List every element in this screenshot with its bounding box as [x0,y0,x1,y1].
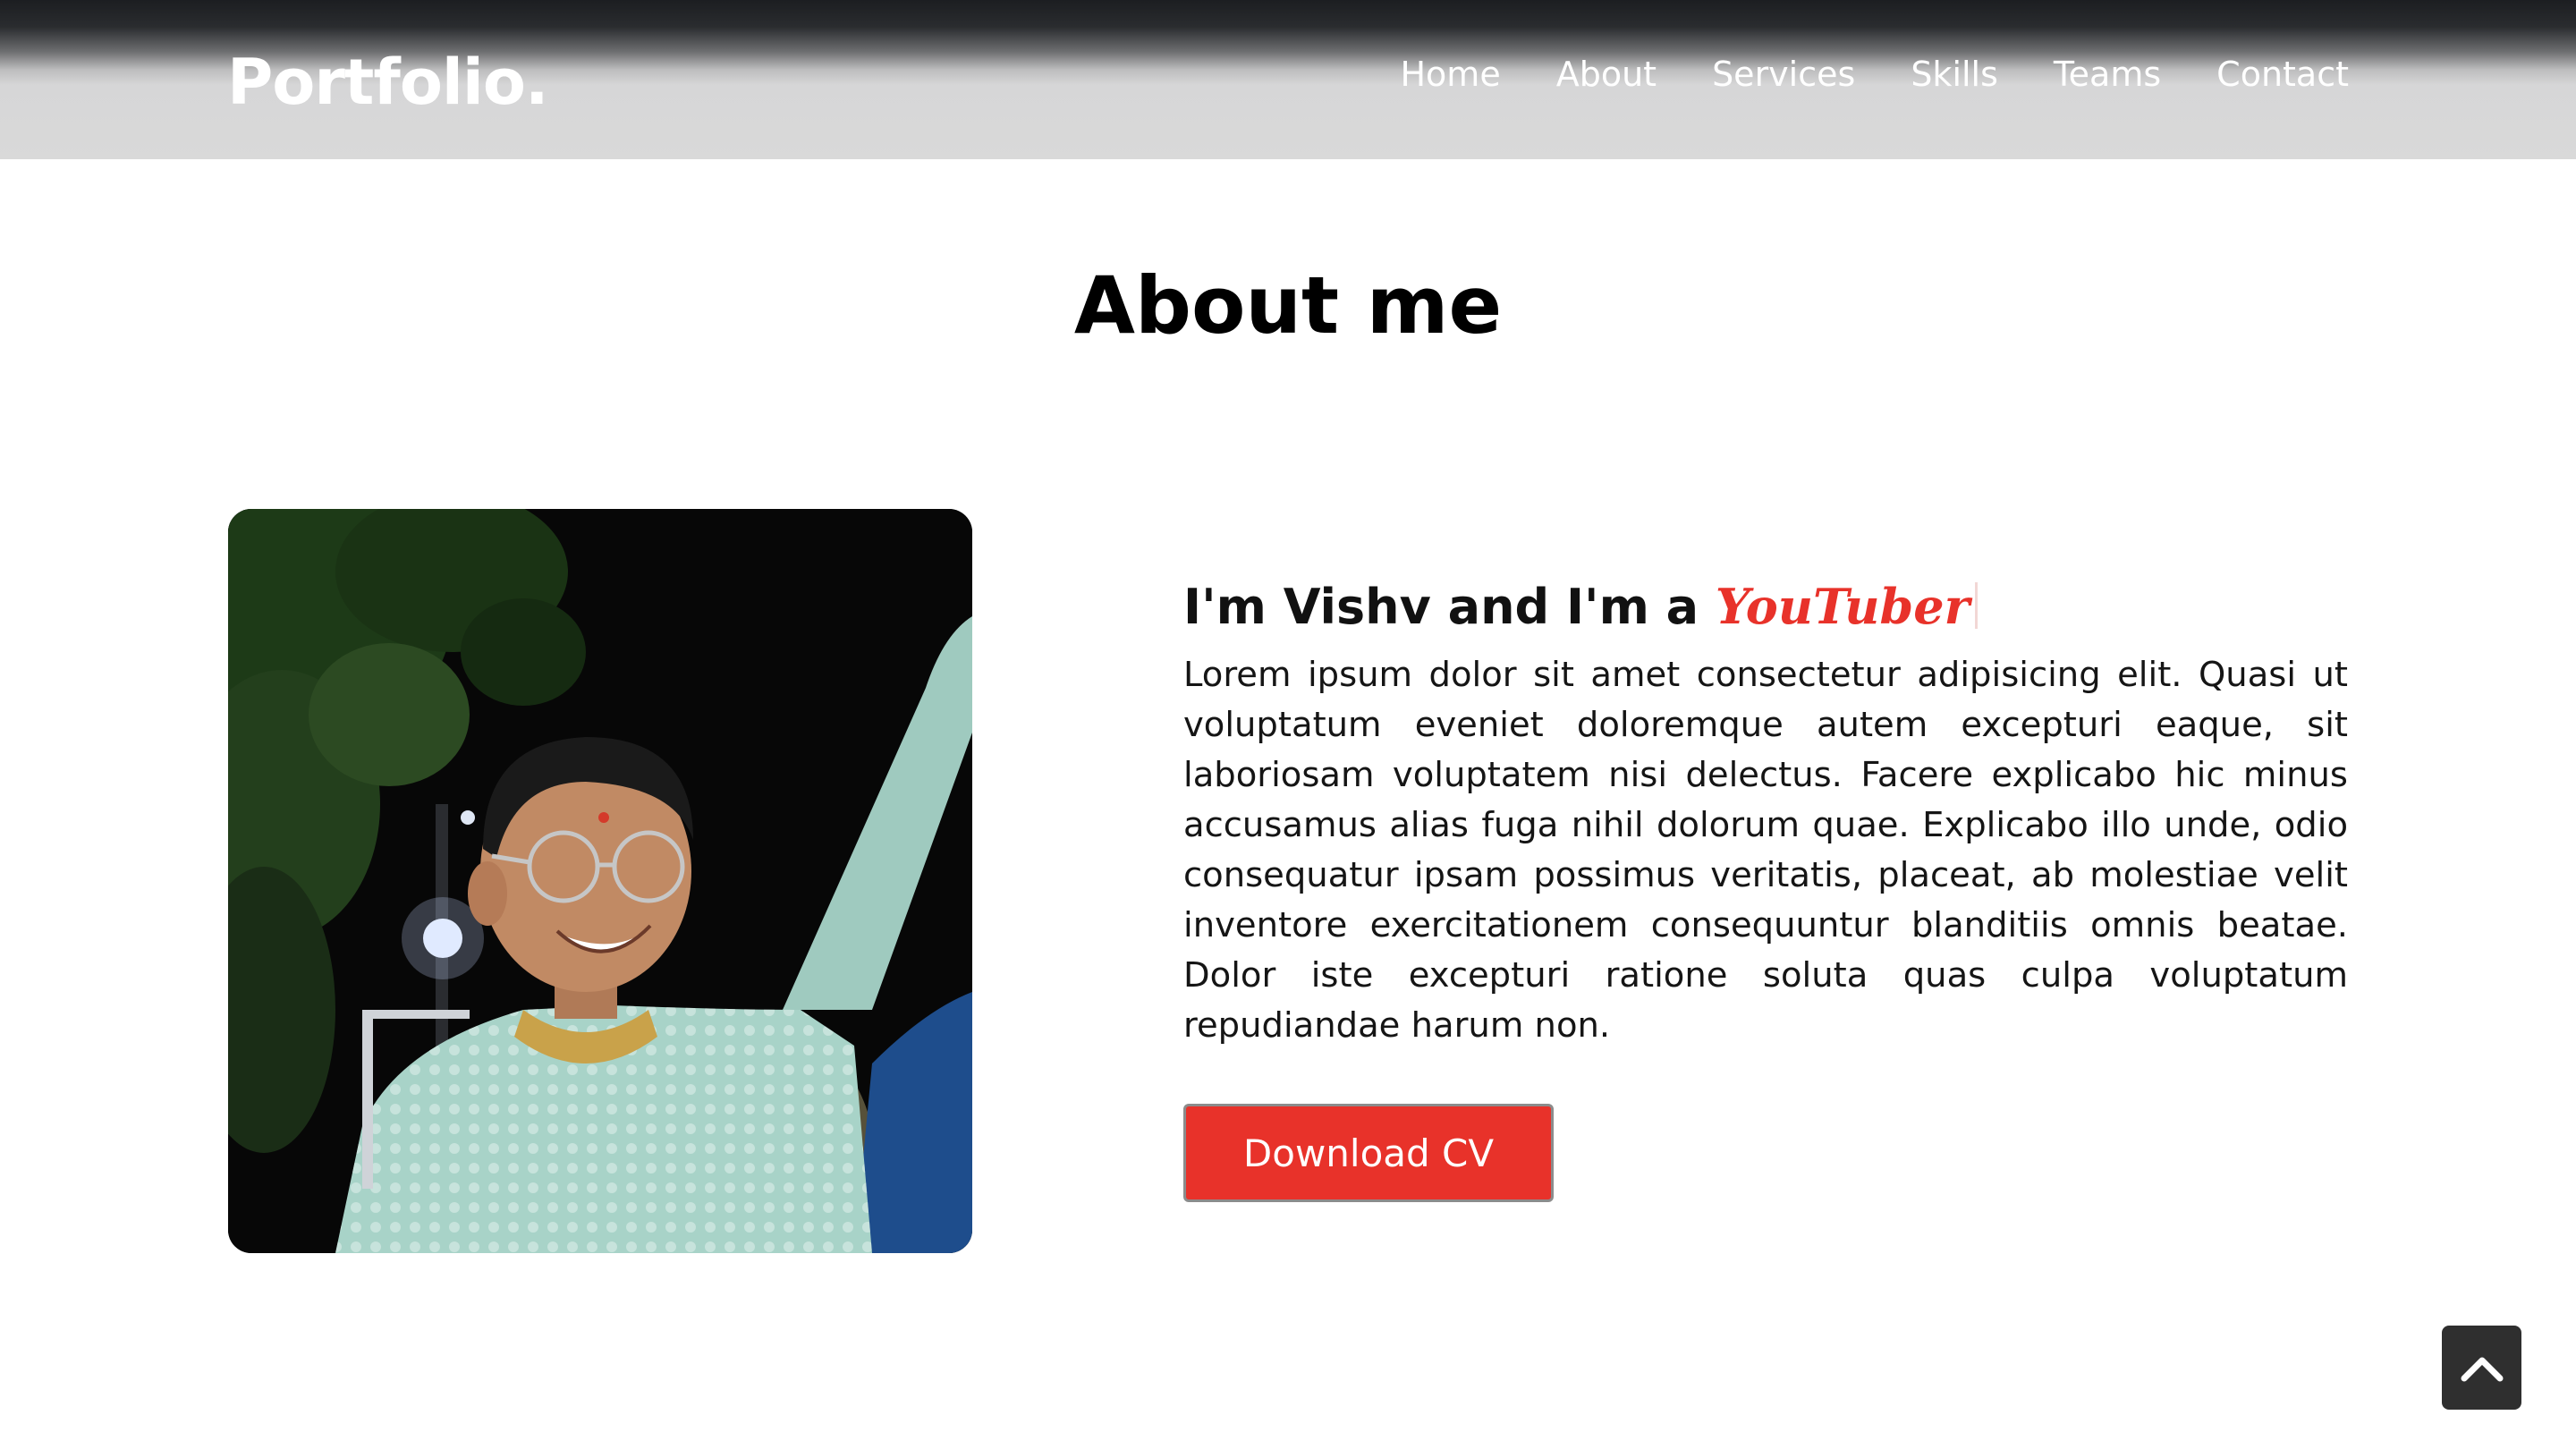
download-cv-button[interactable]: Download CV [1183,1104,1554,1202]
nav-item-home: Home [1400,52,1500,97]
chevron-up-icon [2461,1357,2503,1382]
profile-photo [228,509,972,1253]
nav-link-home[interactable]: Home [1400,52,1500,97]
nav-link-teams[interactable]: Teams [2054,52,2161,97]
nav-item-teams: Teams [2054,52,2161,97]
headline-prefix: I'm Vishv and I'm a [1183,579,1716,635]
nav-item-skills: Skills [1911,52,1998,97]
nav-item-services: Services [1712,52,1855,97]
about-paragraph: Lorem ipsum dolor sit amet consectetur a… [1183,655,2348,1046]
nav-item-about: About [1556,52,1657,97]
nav-link-services[interactable]: Services [1712,52,1855,97]
nav-link-skills[interactable]: Skills [1911,52,1998,97]
about-text: I'm Vishv and I'm a YouTuber Lorem ipsum… [1183,564,2348,1051]
nav-link-contact[interactable]: Contact [2216,52,2349,97]
typing-cursor [1975,582,1979,629]
navbar: Portfolio. Home About Services Skills Te… [0,0,2576,159]
scroll-top-button[interactable] [2442,1326,2521,1410]
about-headline: I'm Vishv and I'm a YouTuber [1183,564,2348,650]
nav-link-about[interactable]: About [1556,52,1657,97]
typed-role: YouTuber [1715,578,1970,635]
logo[interactable]: Portfolio. [227,39,549,125]
nav-menu: Home About Services Skills Teams Contact [1400,52,2349,97]
section-title: About me [1073,259,1503,352]
nav-item-contact: Contact [2216,52,2349,97]
